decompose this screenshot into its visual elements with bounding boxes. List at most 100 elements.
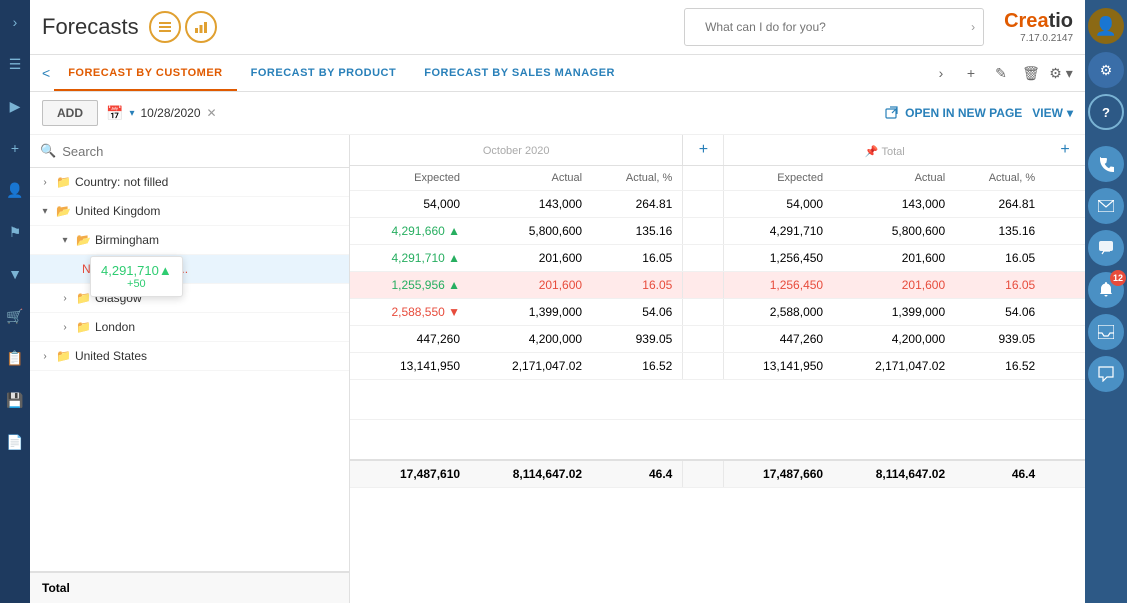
tooltip-delta: +50	[101, 278, 172, 290]
view-dropdown-icon: ▾	[1067, 106, 1073, 120]
tab-forecast-by-product[interactable]: FORECAST BY PRODUCT	[237, 55, 411, 91]
add-total-column-button[interactable]: +	[1045, 135, 1085, 166]
oct-actual-cell: 201,600	[470, 245, 592, 272]
nav-user-icon[interactable]: 👤	[3, 178, 27, 202]
tab-prev-button[interactable]: <	[42, 65, 50, 81]
tab-next-button[interactable]: ›	[929, 61, 953, 85]
phone-icon	[1098, 156, 1114, 172]
october-header: October 2020	[350, 135, 683, 166]
oct-expected-cell: 1,255,956 ▲	[350, 272, 470, 299]
tab-settings-button[interactable]: ⚙ ▾	[1049, 61, 1073, 85]
list-item[interactable]: › 📁 Glasgow	[30, 284, 349, 313]
grand-total-actual-pct: 46.4	[955, 460, 1045, 488]
table-row[interactable]: 2,588,550 ▼ 1,399,000 54.06 2,588,000 1,…	[350, 299, 1085, 326]
gear-button[interactable]: ⚙	[1088, 52, 1124, 88]
expand-icon[interactable]: ›	[38, 349, 52, 363]
nav-clipboard-icon[interactable]: 📋	[3, 346, 27, 370]
table-row[interactable]: 4,291,710 ▲ 201,600 16.05 1,256,450 201,…	[350, 245, 1085, 272]
list-item[interactable]: › 📁 London	[30, 313, 349, 342]
nav-cart-icon[interactable]: 🛒	[3, 304, 27, 328]
data-table-area: October 2020 + 📌 Total + Expected Actual…	[350, 135, 1085, 603]
header: Forecasts ›	[30, 0, 1085, 55]
oct-actual-cell: 2,171,047.02	[470, 353, 592, 380]
search-box: 🔍	[30, 135, 349, 168]
nav-flag-icon[interactable]: ⚑	[3, 220, 27, 244]
content-area: 🔍 › 📁 Country: not filled ▾ 📂 United Kin…	[30, 135, 1085, 603]
expand-icon[interactable]: ›	[58, 320, 72, 334]
oct-actual-pct-header: Actual, %	[592, 166, 683, 191]
page-title: Forecasts	[42, 14, 139, 40]
oct-actual-pct-cell: 16.52	[592, 353, 683, 380]
empty-row	[350, 380, 1085, 420]
list-item[interactable]: › 📁 United States	[30, 342, 349, 371]
nav-add-icon[interactable]: +	[3, 136, 27, 160]
bell-icon	[1099, 282, 1113, 298]
search-icon: 🔍	[40, 143, 56, 159]
search-input[interactable]	[62, 144, 339, 159]
list-item[interactable]: Nova Pharmaceut...	[30, 255, 349, 284]
row-label: Birmingham	[95, 233, 341, 247]
tab-delete-button[interactable]: 🗑	[1019, 61, 1043, 85]
view-button[interactable]: VIEW ▾	[1032, 106, 1073, 120]
chat-icon	[1098, 240, 1114, 256]
oct-actual-header: Actual	[470, 166, 592, 191]
expand-icon[interactable]: ▾	[38, 204, 52, 218]
add-button[interactable]: ADD	[42, 100, 98, 126]
chat-button[interactable]	[1088, 230, 1124, 266]
total-actual-pct-cell: 16.05	[955, 245, 1045, 272]
oct-expected-cell: 4,291,660 ▲	[350, 218, 470, 245]
logo: Creatio 7.17.0.2147	[1004, 10, 1073, 44]
nav-menu-icon[interactable]: ☰	[3, 52, 27, 76]
date-filter[interactable]: 📅 ▾ 10/28/2020 ✕	[106, 105, 217, 122]
oct-actual-pct-cell: 16.05	[592, 272, 683, 299]
expand-icon[interactable]: ▾	[58, 233, 72, 247]
nav-filter-icon[interactable]: ▼	[3, 262, 27, 286]
list-item[interactable]: › 📁 Country: not filled	[30, 168, 349, 197]
table-row[interactable]: 54,000 143,000 264.81 54,000 143,000 264…	[350, 191, 1085, 218]
grand-total-actual: 8,114,647.02	[833, 460, 955, 488]
folder-icon: 📁	[56, 175, 71, 189]
tab-forecast-by-customer[interactable]: FORECAST BY CUSTOMER	[54, 55, 236, 91]
table-row[interactable]: 447,260 4,200,000 939.05 447,260 4,200,0…	[350, 326, 1085, 353]
message-button[interactable]	[1088, 356, 1124, 392]
date-clear-button[interactable]: ✕	[207, 106, 217, 120]
nav-document-icon[interactable]: 📄	[3, 430, 27, 454]
list-view-button[interactable]	[149, 11, 181, 43]
oct-add-header	[683, 166, 724, 191]
bell-button[interactable]: 12	[1088, 272, 1124, 308]
table-row[interactable]: 13,141,950 2,171,047.02 16.52 13,141,950…	[350, 353, 1085, 380]
user-avatar[interactable]: 👤	[1088, 8, 1124, 44]
global-search-input[interactable]	[693, 14, 971, 40]
table-row[interactable]: 1,255,956 ▲ 201,600 16.05 1,256,450 201,…	[350, 272, 1085, 299]
total-header: 📌 Total	[724, 135, 1045, 166]
total-expected-header: Expected	[724, 166, 833, 191]
phone-button[interactable]	[1088, 146, 1124, 182]
add-oct-column-button[interactable]: +	[683, 135, 724, 166]
list-item[interactable]: ▾ 📂 Birmingham 4,291,710▲ +50	[30, 226, 349, 255]
tab-add-button[interactable]: +	[959, 61, 983, 85]
expand-icon[interactable]: ›	[58, 291, 72, 305]
tab-forecast-by-sales-manager[interactable]: FORECAST BY SALES MANAGER	[410, 55, 629, 91]
global-search[interactable]: ›	[684, 8, 984, 46]
nav-collapse-icon[interactable]: ›	[3, 10, 27, 34]
table-row[interactable]: 4,291,660 ▲ 5,800,600 135.16 4,291,710 5…	[350, 218, 1085, 245]
chart-view-button[interactable]	[185, 11, 217, 43]
date-value: 10/28/2020	[140, 106, 200, 120]
total-label: Total	[30, 571, 349, 603]
calendar-icon: 📅	[106, 105, 123, 122]
oct-actual-cell: 4,200,000	[470, 326, 592, 353]
total-actual-cell: 4,200,000	[833, 326, 955, 353]
help-button[interactable]: ?	[1088, 94, 1124, 130]
email-icon	[1098, 200, 1114, 212]
nav-database-icon[interactable]: 💾	[3, 388, 27, 412]
nav-play-icon[interactable]: ▶	[3, 94, 27, 118]
total-actual-cell: 5,800,600	[833, 218, 955, 245]
open-new-page-button[interactable]: OPEN IN NEW PAGE	[885, 106, 1022, 120]
total-actual-cell: 1,399,000	[833, 299, 955, 326]
email-button[interactable]	[1088, 188, 1124, 224]
oct-actual-pct-cell: 264.81	[592, 191, 683, 218]
list-item[interactable]: ▾ 📂 United Kingdom	[30, 197, 349, 226]
inbox-button[interactable]	[1088, 314, 1124, 350]
tab-edit-button[interactable]: ✎	[989, 61, 1013, 85]
expand-icon[interactable]: ›	[38, 175, 52, 189]
